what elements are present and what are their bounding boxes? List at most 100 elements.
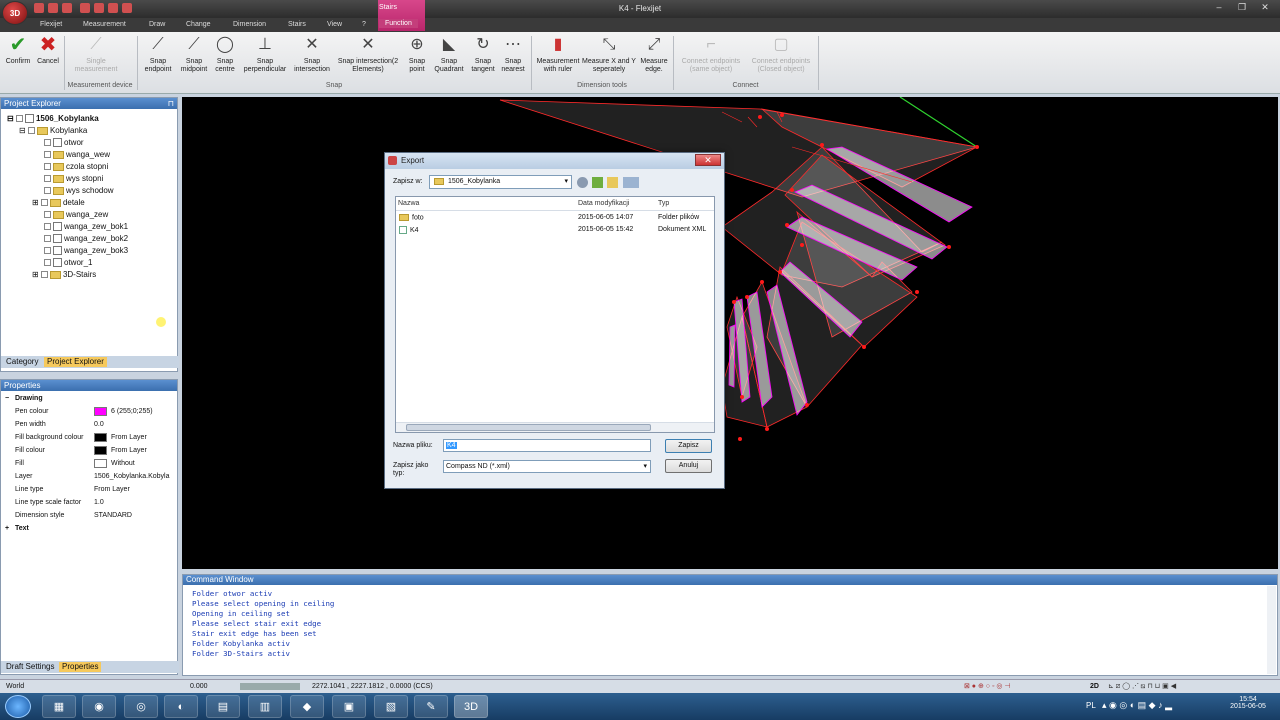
save-in-select[interactable]: 1506_Kobylanka ▾ xyxy=(429,175,572,189)
savetype-select[interactable]: Compass ND (*.xml) ▾ xyxy=(443,460,651,473)
print-icon[interactable] xyxy=(94,3,104,13)
section-text[interactable]: + Text xyxy=(1,523,177,535)
column-type[interactable]: Typ xyxy=(658,200,669,207)
connect-endpoints-button[interactable]: ⌐ Connect endpoints (same object) xyxy=(676,35,746,74)
snap-tangent-button[interactable]: ↻ Snap tangent xyxy=(466,35,500,74)
tab-help[interactable]: ? xyxy=(362,21,366,28)
snap-nearest-button[interactable]: ⋯ Snap nearest xyxy=(498,35,528,74)
prop-row[interactable]: Pen width 0.0 xyxy=(1,419,177,431)
minimize-icon[interactable]: – xyxy=(1208,1,1230,14)
explorer-taskbar-icon[interactable]: ▦ xyxy=(42,695,76,718)
file-row[interactable]: foto 2015-06-05 14:07 Folder plików xyxy=(399,214,709,221)
snap-point-button[interactable]: ⊕ Snap point xyxy=(404,35,430,74)
prop-row[interactable]: Line type From Layer xyxy=(1,484,177,496)
start-icon[interactable] xyxy=(5,695,31,718)
tab-stairs[interactable]: Stairs xyxy=(288,21,306,28)
pin-icon[interactable]: ⊓ xyxy=(168,99,174,108)
app6-taskbar-icon[interactable]: ✎ xyxy=(414,695,448,718)
column-name[interactable]: Nazwa xyxy=(398,200,419,207)
tab-properties[interactable]: Properties xyxy=(59,662,102,672)
tab-draft-settings[interactable]: Draft Settings xyxy=(3,662,57,672)
tab-change[interactable]: Change xyxy=(186,21,211,28)
file-list[interactable]: Nazwa Data modyfikacji Typ foto 2015-06-0… xyxy=(395,196,715,433)
connect-endpoints-closed-button[interactable]: ▢ Connect endpoints (Closed object) xyxy=(746,35,816,74)
flexijet-taskbar-icon[interactable]: 3D xyxy=(454,695,488,718)
tree-item[interactable]: czola stopni xyxy=(44,161,108,173)
tree-folder-kobylanka[interactable]: ⊟ Kobylanka xyxy=(19,125,87,137)
app3-taskbar-icon[interactable]: ◆ xyxy=(290,695,324,718)
up-folder-icon[interactable] xyxy=(592,177,603,188)
tab-project-explorer[interactable]: Project Explorer xyxy=(44,357,107,367)
tray-icons[interactable]: ▴ ◉ ◎ ◐ ▤ ◆ ♪ ▂ xyxy=(1102,700,1172,711)
snap-perpendicular-button[interactable]: ⊥ Snap perpendicular xyxy=(240,35,290,74)
save-button[interactable]: Zapisz xyxy=(665,439,712,453)
snap-midpoint-button[interactable]: ⟋ Snap midpoint xyxy=(176,35,212,74)
filename-input[interactable]: K4 xyxy=(443,439,651,452)
snap-intersection2-button[interactable]: ✕ Snap intersection(2 Elements) xyxy=(334,35,402,74)
close-icon[interactable]: ✕ xyxy=(1254,1,1276,14)
tree-item[interactable]: wanga_wew xyxy=(44,149,110,161)
app4-taskbar-icon[interactable]: ▣ xyxy=(332,695,366,718)
tree-item[interactable]: wanga_zew_bok2 xyxy=(44,233,128,245)
view-menu-icon[interactable] xyxy=(623,177,639,188)
tab-function[interactable]: Function xyxy=(379,19,418,28)
qa-menu-icon[interactable] xyxy=(122,3,132,13)
new-folder-icon[interactable] xyxy=(607,177,618,188)
file-row[interactable]: K4 2015-06-05 15:42 Dokument XML xyxy=(399,226,709,234)
cancel-button[interactable]: ✖ Cancel xyxy=(34,35,62,66)
cancel-button-dialog[interactable]: Anuluj xyxy=(665,459,712,473)
mode-2d[interactable]: 2D xyxy=(1090,680,1099,693)
tree-item[interactable]: otwor xyxy=(44,137,84,149)
maximize-icon[interactable]: ❐ xyxy=(1231,1,1253,14)
snap-centre-button[interactable]: ◯ Snap centre xyxy=(210,35,240,74)
column-date[interactable]: Data modyfikacji xyxy=(578,200,629,207)
clock[interactable]: 15:54 2015-06-05 xyxy=(1228,696,1268,710)
horizontal-scrollbar[interactable] xyxy=(396,422,714,432)
new-icon[interactable] xyxy=(62,3,72,13)
dialog-close-icon[interactable]: ✕ xyxy=(695,154,721,166)
tree-item[interactable]: wys schodow xyxy=(44,185,114,197)
vertical-scrollbar[interactable] xyxy=(1267,586,1276,674)
scrollbar-thumb[interactable] xyxy=(406,424,651,431)
save-icon[interactable] xyxy=(80,3,90,13)
drawing-canvas[interactable] xyxy=(182,97,1278,569)
tree-root[interactable]: ⊟ 1506_Kobylanka xyxy=(7,113,99,125)
app-taskbar-icon[interactable]: ◐ xyxy=(164,695,198,718)
tree-item[interactable]: ⊞ detale xyxy=(32,197,85,209)
measure-xy-button[interactable]: ⤡ Measure X and Y seperately xyxy=(582,35,636,74)
section-drawing[interactable]: − Drawing xyxy=(1,393,177,405)
app5-taskbar-icon[interactable]: ▧ xyxy=(374,695,408,718)
prop-row[interactable]: Fill background colour From Layer xyxy=(1,432,177,444)
prop-row[interactable]: Line type scale factor 1.0 xyxy=(1,497,177,509)
confirm-button[interactable]: ✔ Confirm xyxy=(4,35,32,66)
prop-row[interactable]: Fill Without xyxy=(1,458,177,470)
app-logo[interactable]: 3D xyxy=(2,1,28,25)
prop-row[interactable]: Fill colour From Layer xyxy=(1,445,177,457)
language-indicator[interactable]: PL xyxy=(1086,701,1096,710)
snap-intersection-button[interactable]: ✕ Snap intersection xyxy=(290,35,334,74)
calc-taskbar-icon[interactable]: ▥ xyxy=(248,695,282,718)
undo-icon[interactable] xyxy=(34,3,44,13)
tab-draw[interactable]: Draw xyxy=(149,21,165,28)
app2-taskbar-icon[interactable]: ▤ xyxy=(206,695,240,718)
measurement-ruler-button[interactable]: ▮ Measurement with ruler xyxy=(534,35,582,74)
tab-view[interactable]: View xyxy=(327,21,342,28)
firefox-taskbar-icon[interactable]: ◉ xyxy=(82,695,116,718)
prop-row[interactable]: Pen colour 6 (255;0;255) xyxy=(1,406,177,418)
prop-row[interactable]: Layer 1506_Kobylanka.Kobyla xyxy=(1,471,177,483)
measure-edge-button[interactable]: ⤢ Measure edge. xyxy=(636,35,672,74)
tree-item[interactable]: otwor_1 xyxy=(44,257,92,269)
tab-flexijet[interactable]: Flexijet xyxy=(40,21,62,28)
view-tools-icon[interactable]: ⊾ ⧄ ◯ ⋰ ⧅ ⊓ ⊔ ▣ ◀ xyxy=(1108,680,1176,693)
redo-icon[interactable] xyxy=(48,3,58,13)
settings-icon[interactable] xyxy=(108,3,118,13)
snap-endpoint-button[interactable]: ⟋ Snap endpoint xyxy=(140,35,176,74)
tree-item[interactable]: wanga_zew_bok3 xyxy=(44,245,128,257)
prop-row[interactable]: Dimension style STANDARD xyxy=(1,510,177,522)
tree-item[interactable]: wys stopni xyxy=(44,173,103,185)
tree-item[interactable]: wanga_zew_bok1 xyxy=(44,221,128,233)
tree-item[interactable]: ⊞ 3D-Stairs xyxy=(32,269,96,281)
tab-measurement[interactable]: Measurement xyxy=(83,21,126,28)
single-measurement-button[interactable]: ⟋ Single measurement xyxy=(68,35,124,74)
snap-quadrant-button[interactable]: ◣ Snap Quadrant xyxy=(431,35,467,74)
